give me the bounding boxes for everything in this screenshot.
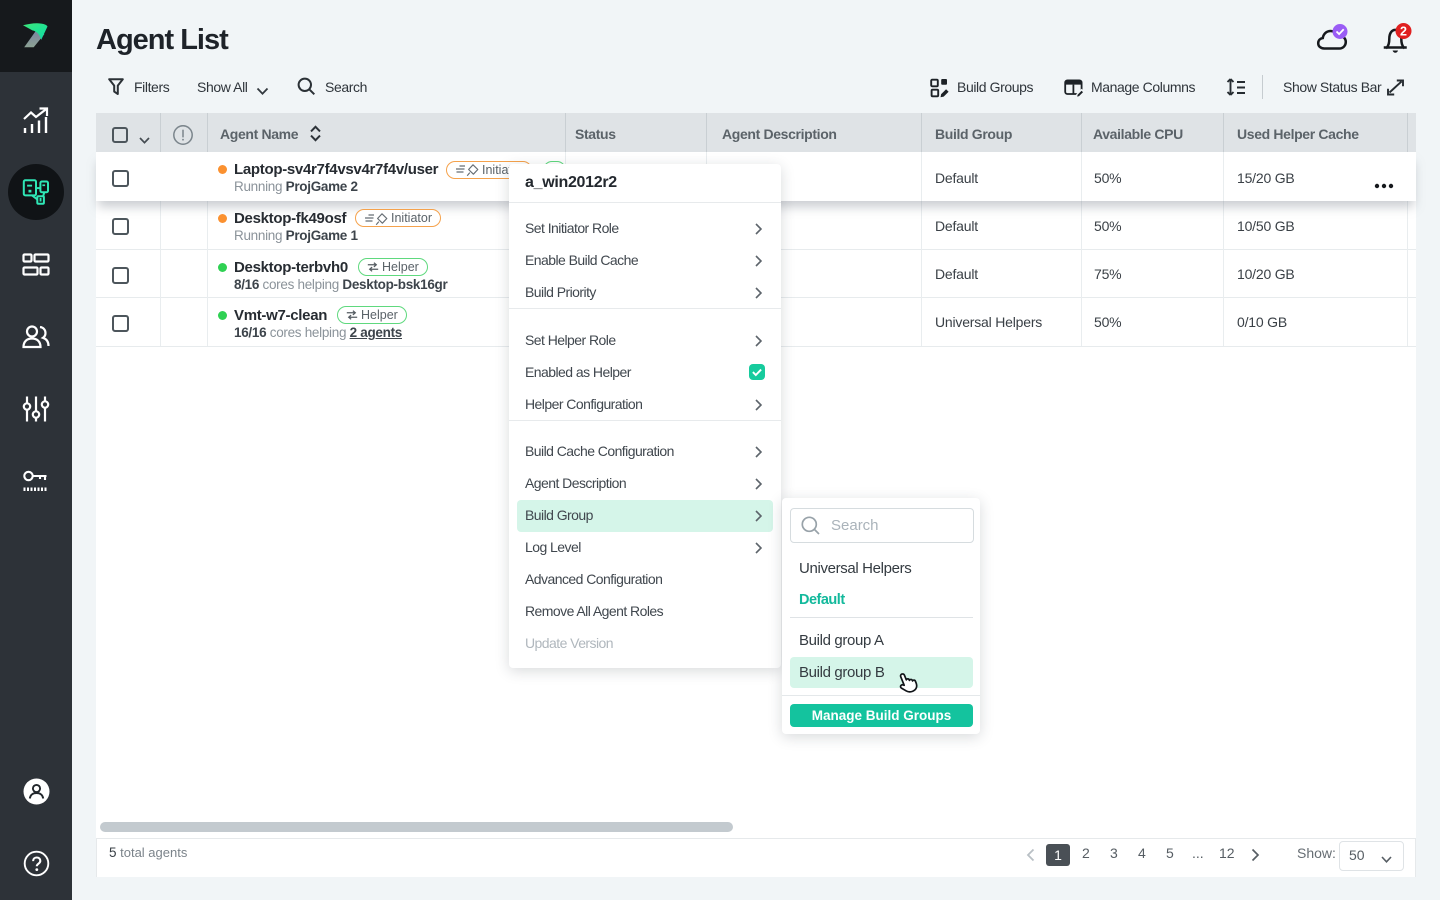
svg-text:2: 2	[1400, 25, 1407, 39]
